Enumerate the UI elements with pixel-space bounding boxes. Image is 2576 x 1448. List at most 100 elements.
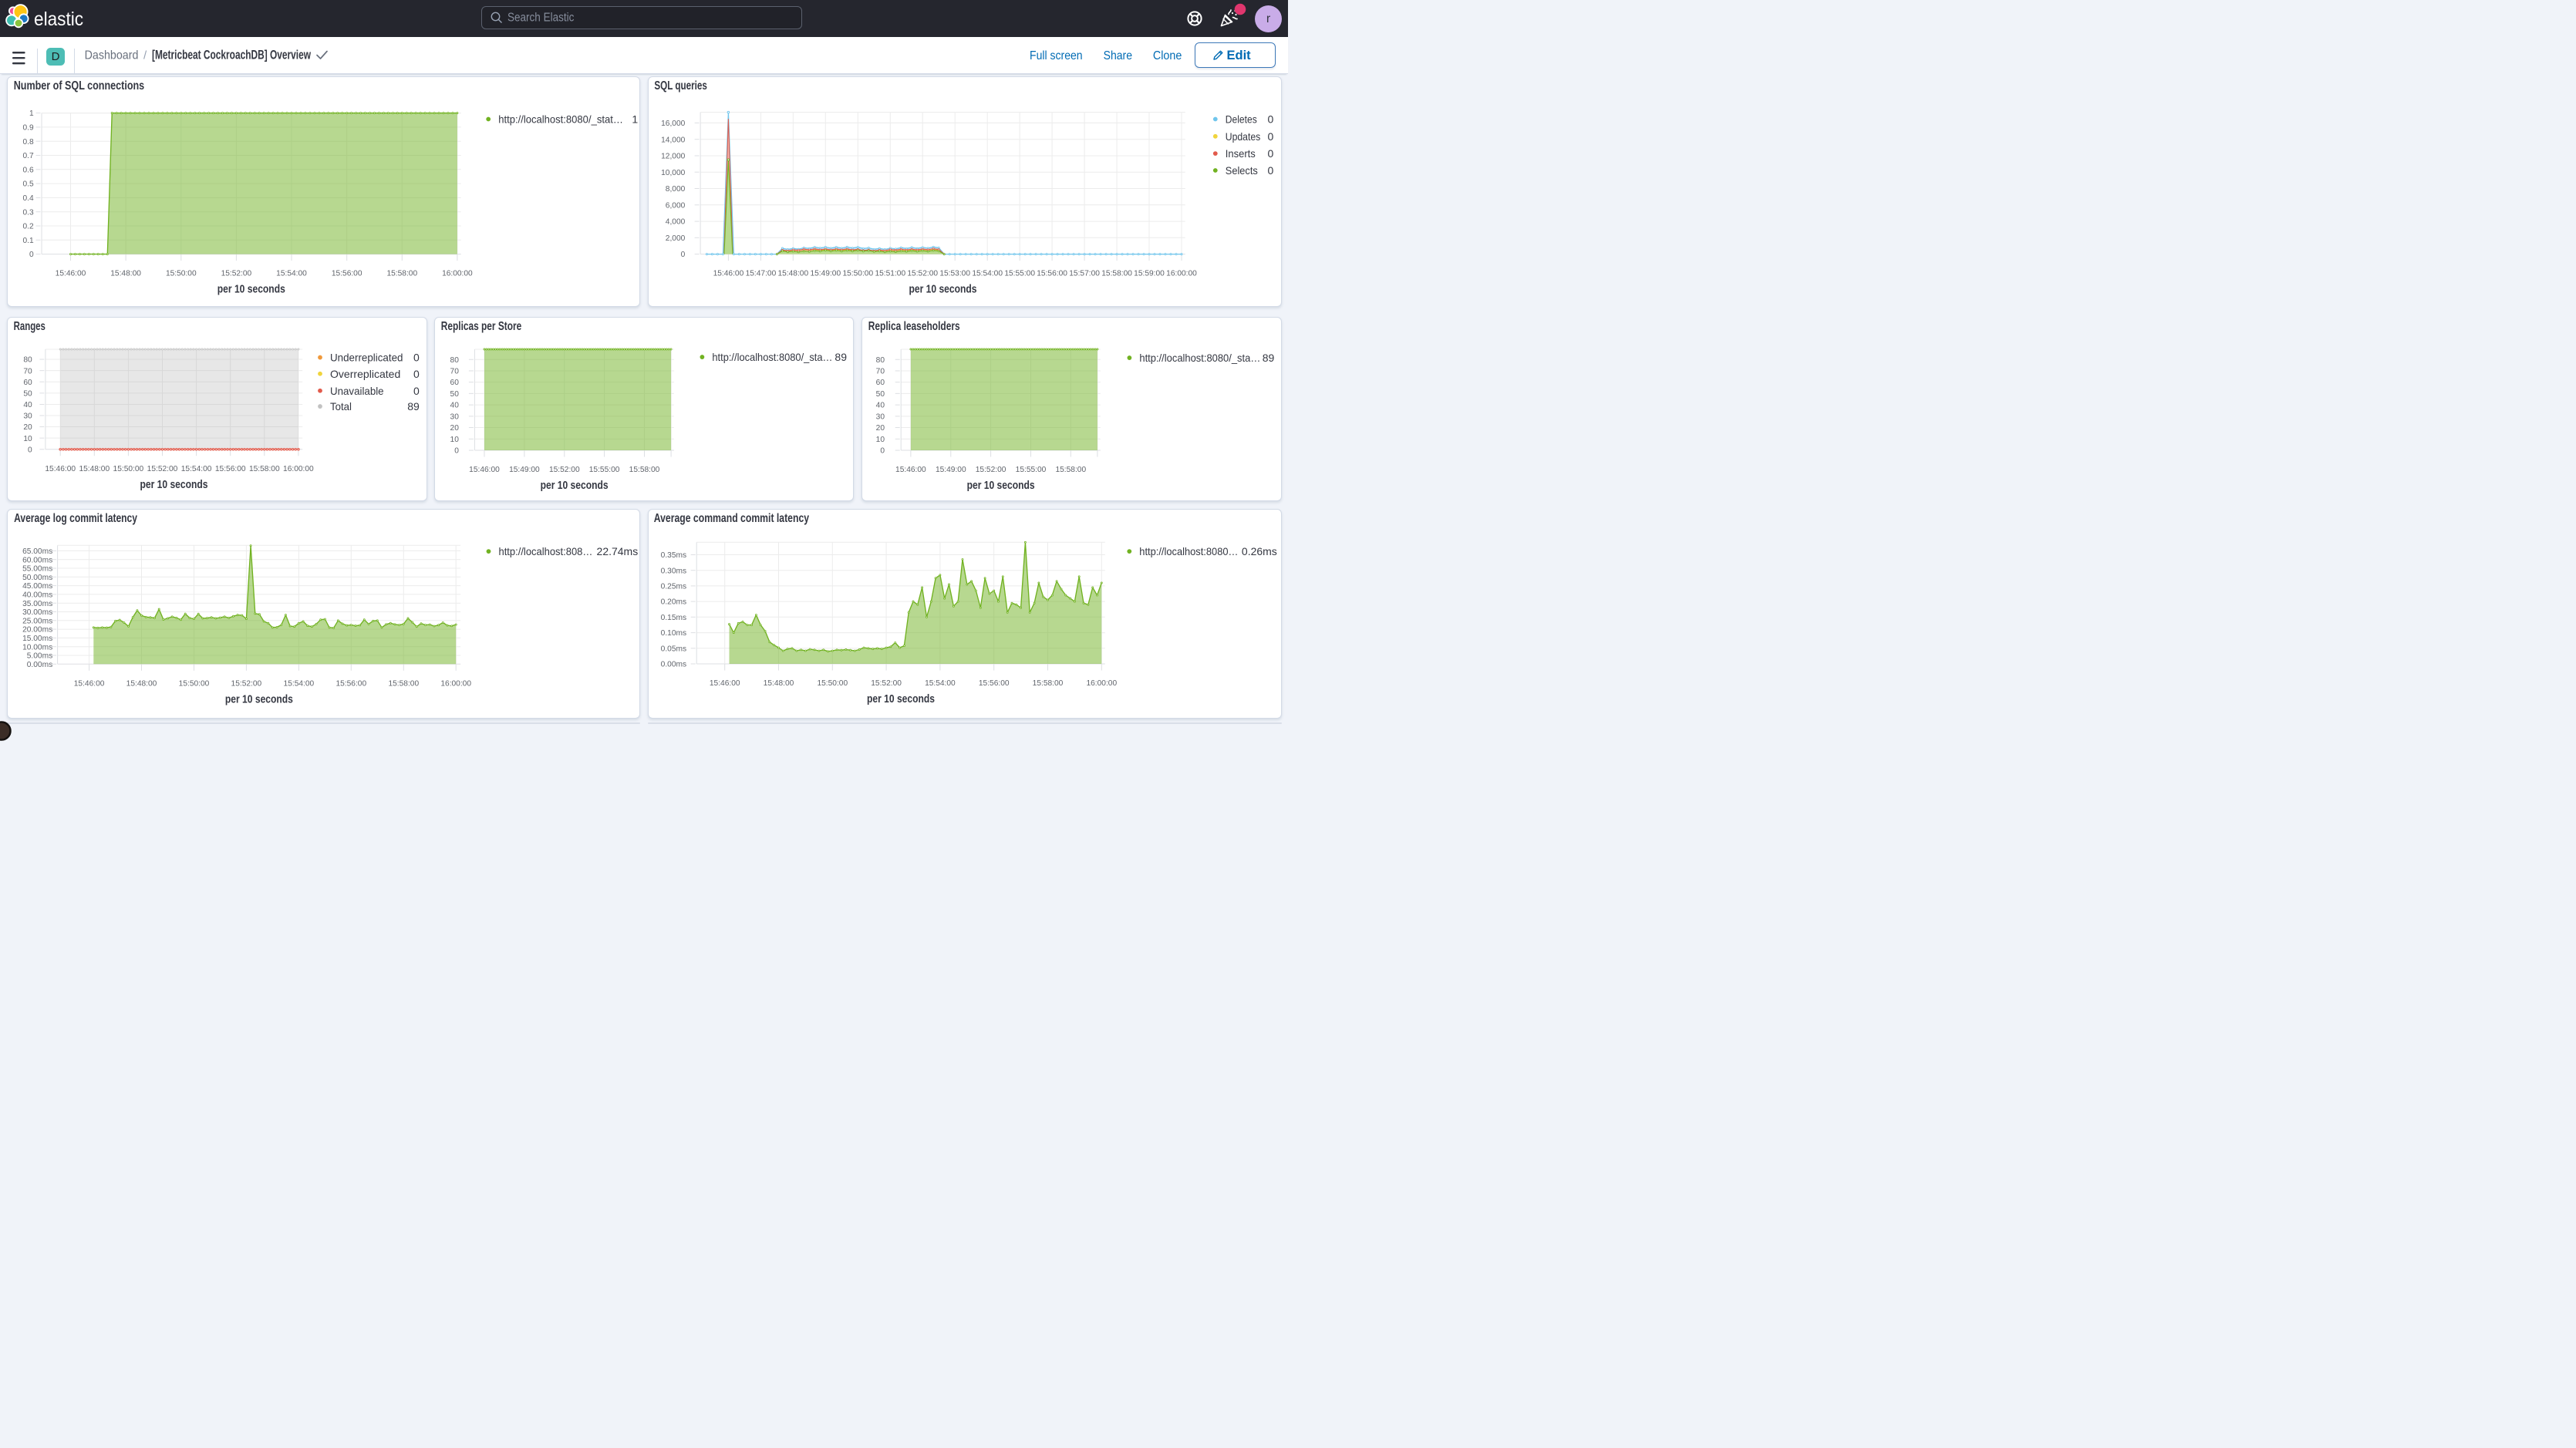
svg-text:Full screen: Full screen	[1030, 49, 1083, 62]
svg-text:15:52:00: 15:52:00	[221, 270, 251, 278]
svg-text:15:52:00: 15:52:00	[871, 679, 902, 688]
svg-text:30: 30	[875, 413, 885, 421]
svg-text:per 10 seconds: per 10 seconds	[909, 283, 977, 296]
svg-text:15:58:00: 15:58:00	[249, 465, 280, 473]
svg-text:60: 60	[875, 379, 885, 387]
svg-text:20: 20	[23, 423, 32, 432]
svg-text:80: 80	[23, 355, 32, 364]
svg-text:80: 80	[450, 356, 459, 365]
svg-text:40.00ms: 40.00ms	[22, 591, 52, 600]
svg-text:15:52:00: 15:52:00	[549, 466, 580, 474]
svg-text:15:49:00: 15:49:00	[936, 466, 966, 474]
svg-text:65.00ms: 65.00ms	[22, 547, 52, 556]
svg-text:15:58:00: 15:58:00	[388, 680, 419, 689]
svg-text:0.7: 0.7	[22, 152, 33, 160]
svg-text:15:54:00: 15:54:00	[181, 465, 212, 473]
svg-text:16:00:00: 16:00:00	[1087, 679, 1118, 688]
svg-text:15:49:00: 15:49:00	[811, 270, 841, 278]
svg-text:0.10ms: 0.10ms	[661, 629, 686, 638]
svg-text:0: 0	[681, 251, 686, 260]
svg-text:15:50:00: 15:50:00	[178, 680, 209, 689]
svg-text:0: 0	[1268, 130, 1274, 143]
svg-text:15:56:00: 15:56:00	[979, 679, 1010, 688]
svg-text:15:48:00: 15:48:00	[79, 465, 110, 473]
svg-text:Search Elastic: Search Elastic	[507, 12, 575, 25]
svg-text:15:48:00: 15:48:00	[764, 679, 794, 688]
svg-text:89: 89	[407, 400, 420, 413]
svg-text:0.8: 0.8	[22, 138, 33, 146]
svg-text:0.20ms: 0.20ms	[661, 598, 686, 607]
svg-text:15:54:00: 15:54:00	[276, 270, 307, 278]
svg-text:22.74ms: 22.74ms	[596, 545, 638, 557]
svg-text:10: 10	[875, 436, 885, 444]
svg-text:20.00ms: 20.00ms	[22, 626, 52, 635]
svg-text:Updates: Updates	[1226, 130, 1260, 143]
svg-text:Edit: Edit	[1227, 49, 1252, 62]
svg-text:50.00ms: 50.00ms	[22, 574, 52, 582]
svg-text:15:46:00: 15:46:00	[45, 465, 76, 473]
svg-text:8,000: 8,000	[666, 185, 686, 194]
svg-text:10: 10	[23, 435, 32, 443]
svg-text:50: 50	[875, 390, 885, 399]
svg-text:70: 70	[23, 367, 32, 375]
svg-text:0: 0	[1268, 164, 1274, 177]
svg-text:[Metricbeat CockroachDB] Overv: [Metricbeat CockroachDB] Overview	[152, 48, 311, 62]
svg-text:15:58:00: 15:58:00	[1033, 679, 1064, 688]
svg-text:0.26ms: 0.26ms	[1242, 545, 1277, 557]
svg-text:16:00:00: 16:00:00	[283, 465, 314, 473]
svg-text:15:58:00: 15:58:00	[1055, 466, 1086, 474]
svg-text:http://localhost:8080/_sta…: http://localhost:8080/_sta…	[1139, 352, 1260, 364]
svg-text:20: 20	[875, 424, 885, 433]
svg-text:15:55:00: 15:55:00	[1005, 270, 1036, 278]
svg-text:0.25ms: 0.25ms	[661, 583, 686, 591]
svg-text:16:00:00: 16:00:00	[442, 270, 473, 278]
svg-text:Deletes: Deletes	[1226, 113, 1257, 126]
svg-text:0.5: 0.5	[22, 180, 33, 189]
svg-text:45.00ms: 45.00ms	[22, 582, 52, 591]
svg-text:15:56:00: 15:56:00	[335, 680, 366, 689]
svg-text:70: 70	[450, 367, 459, 375]
svg-text:1: 1	[29, 110, 34, 119]
svg-text:15:50:00: 15:50:00	[166, 270, 197, 278]
svg-text:1: 1	[632, 113, 638, 126]
svg-text:0: 0	[413, 368, 420, 380]
svg-text:Clone: Clone	[1153, 49, 1182, 62]
svg-text:per 10 seconds: per 10 seconds	[225, 693, 293, 706]
svg-text:0.1: 0.1	[22, 237, 33, 245]
svg-text:15:46:00: 15:46:00	[55, 270, 86, 278]
svg-text:15:50:00: 15:50:00	[113, 465, 143, 473]
svg-text:0: 0	[1268, 113, 1274, 126]
svg-text:per 10 seconds: per 10 seconds	[966, 479, 1034, 492]
svg-text:0.15ms: 0.15ms	[661, 614, 686, 622]
svg-text:15:54:00: 15:54:00	[283, 680, 314, 689]
svg-text:50: 50	[450, 390, 459, 399]
svg-text:0.4: 0.4	[22, 194, 33, 203]
svg-text:15.00ms: 15.00ms	[22, 635, 52, 643]
svg-text:30.00ms: 30.00ms	[22, 608, 52, 617]
svg-text:40: 40	[23, 401, 32, 409]
svg-text:15:50:00: 15:50:00	[818, 679, 848, 688]
svg-text:0.35ms: 0.35ms	[661, 551, 686, 560]
svg-text:15:58:00: 15:58:00	[629, 466, 659, 474]
svg-text:5.00ms: 5.00ms	[27, 652, 52, 661]
svg-text:0: 0	[454, 446, 459, 455]
svg-text:55.00ms: 55.00ms	[22, 565, 52, 574]
svg-text:Inserts: Inserts	[1226, 147, 1256, 160]
svg-text:10.00ms: 10.00ms	[22, 644, 52, 652]
svg-text:15:46:00: 15:46:00	[74, 680, 105, 689]
svg-text:0: 0	[880, 446, 885, 455]
svg-text:40: 40	[450, 402, 459, 410]
svg-text:10,000: 10,000	[661, 169, 685, 177]
svg-text:Unavailable: Unavailable	[330, 385, 384, 397]
svg-text:15:48:00: 15:48:00	[778, 270, 809, 278]
svg-text:89: 89	[1262, 352, 1274, 364]
svg-text:15:58:00: 15:58:00	[1101, 270, 1132, 278]
svg-text:15:47:00: 15:47:00	[746, 270, 777, 278]
svg-text:60: 60	[450, 379, 459, 387]
svg-text:15:57:00: 15:57:00	[1069, 270, 1100, 278]
svg-text:15:48:00: 15:48:00	[126, 680, 157, 689]
svg-text:Replica leaseholders: Replica leaseholders	[868, 320, 959, 333]
svg-text:15:55:00: 15:55:00	[588, 466, 619, 474]
svg-text:per 10 seconds: per 10 seconds	[867, 692, 935, 705]
svg-text:60.00ms: 60.00ms	[22, 557, 52, 565]
